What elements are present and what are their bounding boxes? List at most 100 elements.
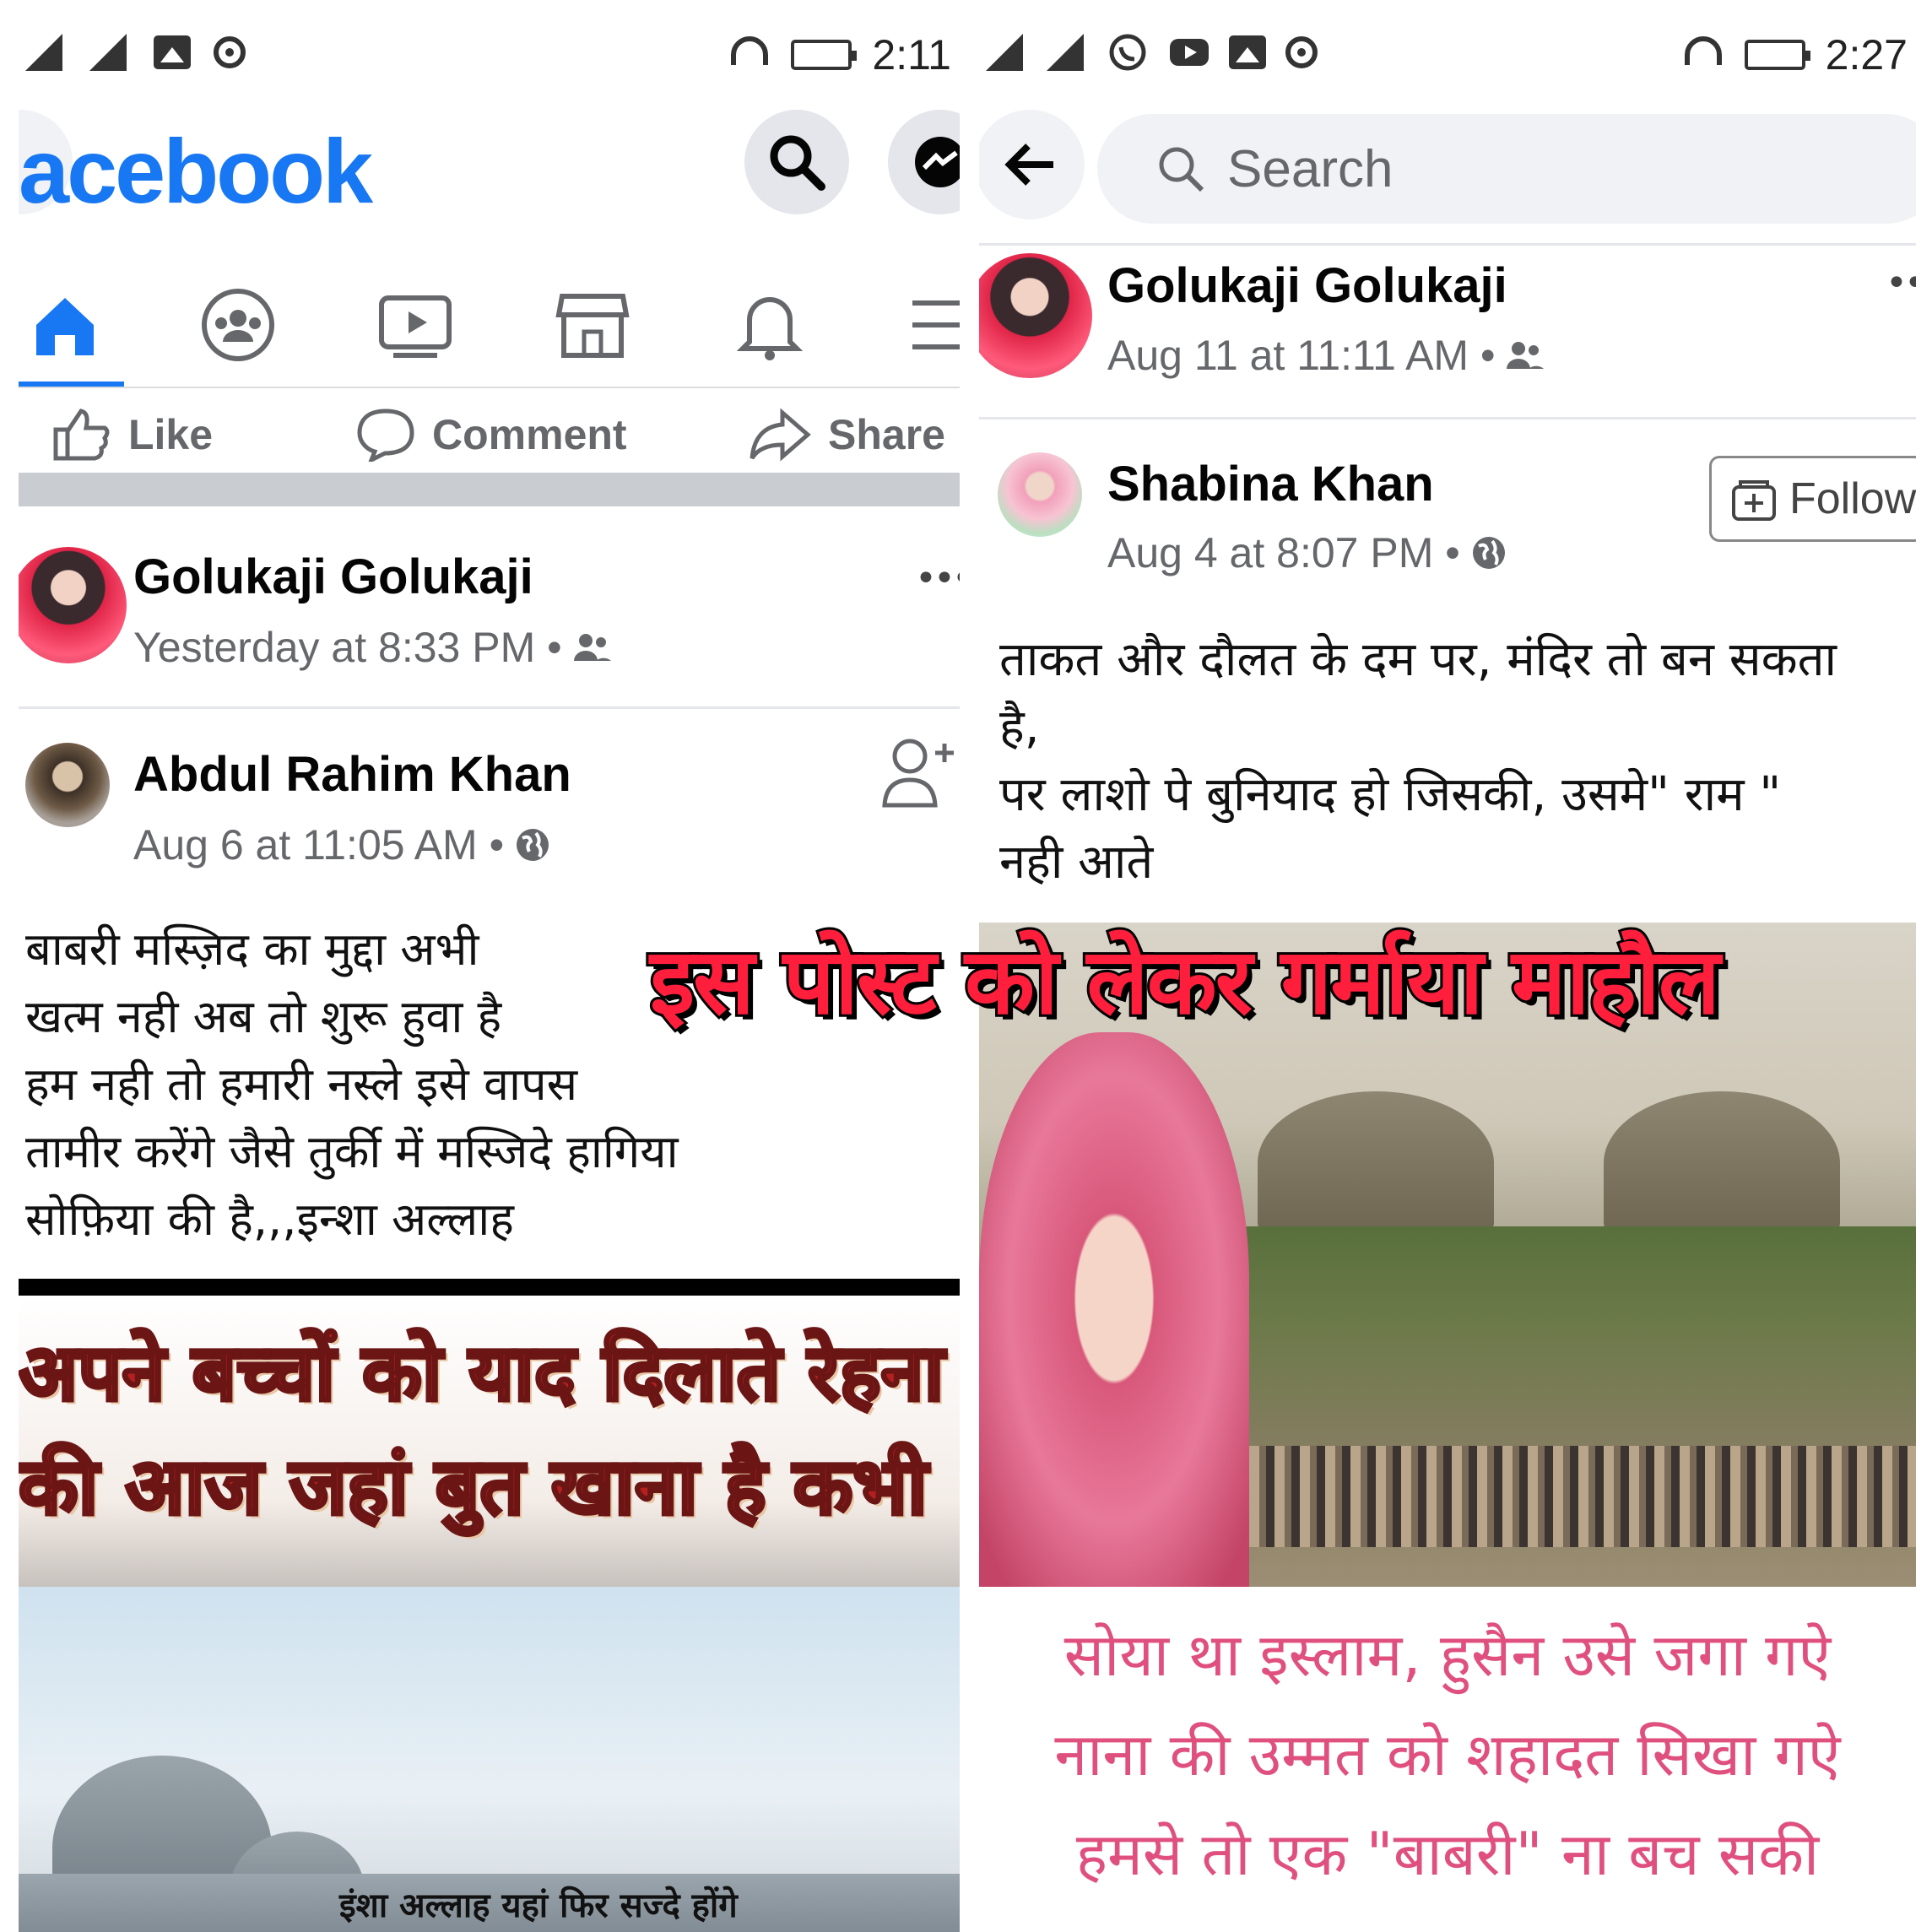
post-text-line: हम नही तो हमारी नस्ले इसे वापस <box>25 1058 578 1111</box>
search-button[interactable] <box>744 110 849 214</box>
share-icon <box>750 408 811 462</box>
tab-groups[interactable] <box>192 279 284 371</box>
comment-icon <box>357 409 414 462</box>
more-options-icon[interactable]: ••• <box>915 557 960 600</box>
status-bar: 2:11 <box>19 25 960 89</box>
video-icon <box>379 295 452 358</box>
dome <box>1258 1091 1494 1235</box>
tab-home[interactable] <box>19 279 111 371</box>
banner-line: अपने बच्चों को याद दिलाते रेहना <box>19 1326 945 1420</box>
messenger-button[interactable] <box>888 110 960 214</box>
globe-icon <box>1472 537 1505 569</box>
post-author[interactable]: Shabina Khan <box>1107 456 1434 512</box>
back-arrow-icon <box>1004 143 1053 186</box>
mosque-photo: इंशा अल्लाह यहां फिर सज्दे होंगे <box>19 1587 960 1932</box>
add-friend-icon <box>882 739 954 808</box>
signal-1-icon <box>986 34 1023 71</box>
post-author[interactable]: Golukaji Golukaji <box>1107 257 1507 314</box>
avatar[interactable] <box>25 743 110 827</box>
banner-line: की आज जहां बुत खाना है कभी <box>19 1440 929 1534</box>
tab-notifications[interactable] <box>723 279 816 371</box>
bell-icon <box>736 297 804 360</box>
post-text-line: है, <box>999 700 1040 755</box>
post-image-banner[interactable]: अपने बच्चों को याद दिलाते रेहना की आज जह… <box>19 1296 960 1587</box>
thumbs-up-icon <box>53 409 110 461</box>
poem-card: सोया था इस्लाम, हुसैन उसे जगा गऐ नाना की… <box>979 1587 1916 1932</box>
battery-icon <box>791 40 858 70</box>
tab-marketplace[interactable] <box>546 279 639 371</box>
dome <box>1604 1091 1840 1235</box>
feed-separator <box>19 473 960 506</box>
post-actions: Like Comment Share <box>19 387 960 479</box>
poem-line: हमसे तो एक "बाबरी" ना बच सकी <box>1075 1820 1820 1889</box>
woman-portrait <box>979 1032 1249 1587</box>
home-icon <box>36 298 94 355</box>
tab-watch[interactable] <box>369 279 462 371</box>
signal-1-icon <box>25 34 62 71</box>
avatar[interactable] <box>998 452 1082 537</box>
post-meta: Aug 11 at 11:11 AM • <box>1107 331 1545 380</box>
post-text-line: बाबरी मस्ज़िद का मुद्दा अभी <box>25 923 479 976</box>
share-button[interactable]: Share <box>749 388 945 481</box>
status-bar: 2:27 <box>979 25 1916 89</box>
share-label: Share <box>828 411 945 458</box>
post-timestamp[interactable]: Aug 6 at 11:05 AM • <box>133 820 504 869</box>
back-button[interactable] <box>979 110 1085 219</box>
friends-audience-icon <box>1507 342 1545 369</box>
globe-icon <box>517 829 549 861</box>
more-options-icon[interactable]: ••• <box>1886 262 1916 305</box>
signal-2-icon <box>89 34 127 71</box>
post-text-line: तामीर करेंगे जैसे तुर्की में मस्जिदे हाग… <box>25 1125 679 1178</box>
poem-line: सोया था इस्लाम, हुसैन उसे जगा गऐ <box>1063 1621 1832 1690</box>
like-label: Like <box>128 411 214 458</box>
friends-audience-icon <box>573 634 611 661</box>
comment-button[interactable]: Comment <box>356 388 627 481</box>
post-timestamp[interactable]: Aug 11 at 11:11 AM • <box>1107 331 1495 380</box>
clock: 2:11 <box>872 31 951 78</box>
gallery-icon <box>154 35 191 69</box>
post-text-line: खत्म नही अब तो शुरू हुवा है <box>25 990 502 1043</box>
tab-menu[interactable] <box>896 279 960 371</box>
battery-icon <box>1744 40 1810 70</box>
trees <box>1232 1226 1916 1480</box>
search-input[interactable]: Search <box>1097 114 1916 224</box>
post-text-line: नही आते <box>999 835 1154 890</box>
divider <box>979 417 1916 419</box>
gallery-icon <box>1229 35 1266 69</box>
post-text-line: पर लाशो पे बुनियाद हो जिसकी, उसमे" राम " <box>999 767 1782 822</box>
avatar[interactable] <box>979 253 1092 378</box>
post-text-line: सोफ़िया की है,,,इन्शा अल्लाह <box>25 1193 514 1246</box>
headline-overlay: इस पोस्ट को लेकर गर्माया माहौल <box>647 927 1723 1037</box>
post-timestamp[interactable]: Yesterday at 8:33 PM • <box>133 623 562 672</box>
like-button[interactable]: Like <box>52 388 213 481</box>
search-icon <box>1159 147 1204 192</box>
avatar[interactable] <box>19 547 127 663</box>
image-caption: इंशा अल्लाह यहां फिर सज्दे होंगे <box>339 1886 738 1925</box>
follow-icon <box>1732 480 1776 521</box>
youtube-icon <box>1170 39 1209 66</box>
headphones-icon <box>731 36 769 65</box>
search-icon <box>770 135 825 191</box>
follow-label: Follow <box>1789 474 1916 523</box>
post-author[interactable]: Golukaji Golukaji <box>133 549 533 605</box>
follow-button[interactable]: Follow <box>1709 456 1916 542</box>
whatsapp-icon <box>1109 34 1146 71</box>
post-meta: Aug 4 at 8:07 PM • <box>1107 528 1507 577</box>
tab-bar <box>19 262 960 388</box>
divider <box>19 706 960 709</box>
post-text-line: ताकत और दौलत के दम पर, मंदिर तो बन सकता <box>999 632 1837 687</box>
post-timestamp[interactable]: Aug 4 at 8:07 PM • <box>1107 528 1460 577</box>
post-meta: Yesterday at 8:33 PM • <box>133 623 611 672</box>
poem-line: नाना की उम्मत को शहादत सिखा गऐ <box>1054 1720 1841 1789</box>
add-friend-button[interactable] <box>879 733 955 812</box>
signal-2-icon <box>1047 34 1084 71</box>
comment-label: Comment <box>432 411 627 458</box>
divider <box>979 243 1916 246</box>
post-author[interactable]: Abdul Rahim Khan <box>133 746 571 803</box>
post-text: ताकत और दौलत के दम पर, मंदिर तो बन सकता … <box>999 626 1837 896</box>
groups-icon <box>202 289 274 361</box>
clock: 2:27 <box>1825 31 1908 78</box>
post-meta: Aug 6 at 11:05 AM • <box>133 820 551 869</box>
facebook-logo: acebook <box>19 120 373 222</box>
image-border <box>19 1279 960 1296</box>
